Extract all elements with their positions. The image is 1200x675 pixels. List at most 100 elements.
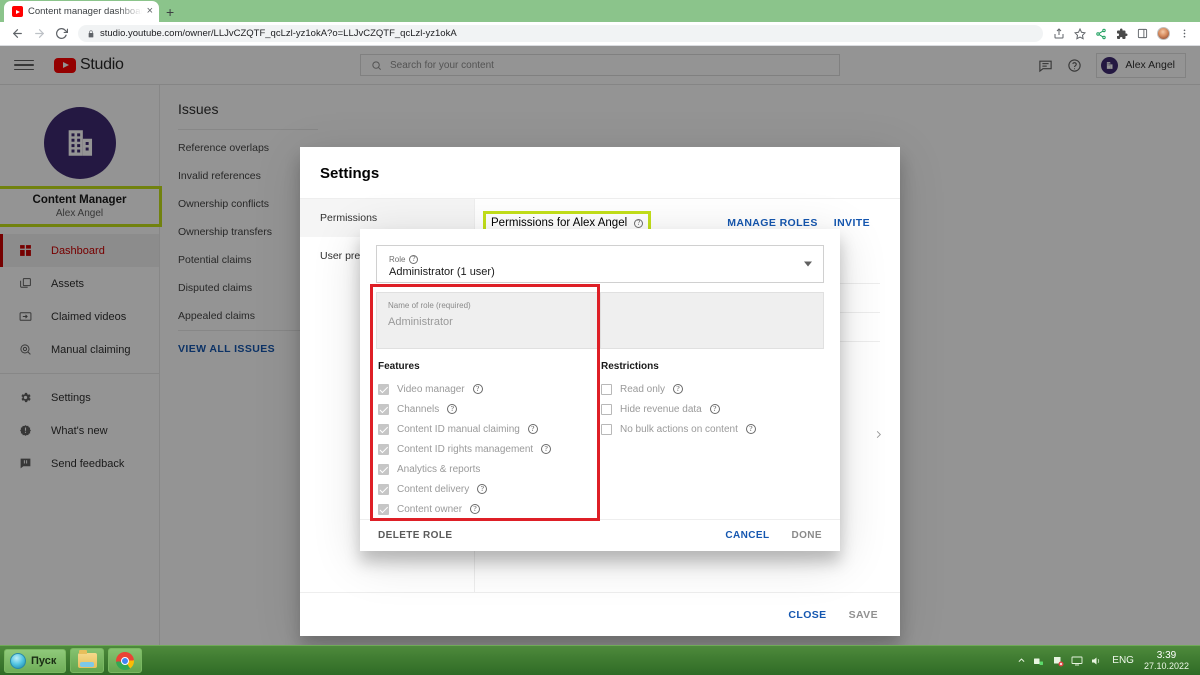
help-icon[interactable]: ?	[477, 484, 488, 494]
checkbox-checked-icon[interactable]	[378, 443, 389, 455]
share-icon[interactable]	[1049, 24, 1068, 43]
checkbox-checked-icon[interactable]	[378, 503, 389, 515]
volume-icon[interactable]	[1090, 655, 1102, 667]
clock-time: 3:39	[1156, 649, 1177, 661]
kebab-menu-icon[interactable]	[1175, 24, 1194, 43]
forward-icon[interactable]	[28, 23, 50, 45]
role-name-value: Administrator	[388, 316, 453, 328]
clock[interactable]: 3:39 27.10.2022	[1144, 650, 1189, 672]
checkbox-checked-icon[interactable]	[378, 423, 389, 435]
restriction-label: Read only	[620, 383, 666, 395]
tab-title: Content manager dashboard - Yo	[28, 6, 142, 17]
language-indicator[interactable]: ENG	[1112, 655, 1134, 666]
feature-row[interactable]: Channels ?	[378, 399, 601, 419]
profile-avatar[interactable]	[1154, 24, 1173, 43]
help-icon[interactable]: ?	[409, 254, 419, 264]
role-editor-popup: Role ? Administrator (1 user) Name of ro…	[360, 229, 840, 551]
role-select[interactable]: Role ? Administrator (1 user)	[376, 245, 824, 283]
restrictions-heading: Restrictions	[601, 361, 659, 372]
feature-row[interactable]: Analytics & reports	[378, 459, 601, 479]
clock-date: 27.10.2022	[1143, 661, 1189, 672]
role-editor-actions: CANCEL DONE	[725, 530, 822, 541]
restriction-row[interactable]: No bulk actions on content ?	[601, 419, 824, 439]
save-button[interactable]: SAVE	[849, 609, 878, 621]
feature-label: Analytics & reports	[397, 463, 481, 475]
close-icon[interactable]: ×	[147, 6, 153, 17]
toolbar-icon-group	[1049, 24, 1194, 43]
role-select-value: Administrator (1 user)	[389, 265, 495, 278]
explorer-icon	[77, 650, 97, 668]
help-icon[interactable]: ?	[472, 384, 483, 394]
restrictions-column: Restrictions Read only ? Hide revenue da…	[601, 361, 824, 519]
help-icon[interactable]: ?	[470, 504, 481, 514]
restriction-row[interactable]: Read only ?	[601, 379, 824, 399]
help-icon[interactable]: ?	[527, 424, 538, 434]
help-icon[interactable]: ?	[745, 424, 756, 434]
feature-row[interactable]: Content ID rights management ?	[378, 439, 601, 459]
invite-button[interactable]: INVITE	[834, 217, 870, 229]
done-button[interactable]: DONE	[792, 530, 823, 541]
feature-row[interactable]: Content delivery ?	[378, 479, 601, 499]
start-orb-icon	[10, 652, 26, 669]
role-editor-footer: DELETE ROLE CANCEL DONE	[360, 519, 840, 551]
checkbox-checked-icon[interactable]	[378, 383, 389, 395]
new-tab-button[interactable]: +	[166, 5, 174, 19]
chevron-right-icon[interactable]	[873, 427, 884, 443]
delete-role-button[interactable]: DELETE ROLE	[378, 530, 452, 541]
feature-row[interactable]: Content ID manual claiming ?	[378, 419, 601, 439]
network-icon[interactable]	[1033, 655, 1045, 667]
dialog-title: Settings	[320, 165, 380, 182]
role-name-input[interactable]: Name of role (required) Administrator	[376, 292, 601, 349]
taskbar-item-chrome[interactable]	[108, 648, 143, 673]
help-icon[interactable]: ?	[541, 444, 552, 454]
browser-tab[interactable]: Content manager dashboard - Yo ×	[4, 1, 159, 22]
feature-row[interactable]: Video manager ?	[378, 379, 601, 399]
address-bar-url: studio.youtube.com/owner/LLJvCZQTF_qcLzl…	[100, 28, 457, 39]
reload-icon[interactable]	[50, 23, 72, 45]
back-icon[interactable]	[6, 23, 28, 45]
taskbar-item-explorer[interactable]	[70, 648, 105, 673]
taskbar: Пуск ENG 3:39 27.10.2022	[0, 645, 1200, 675]
checkbox-checked-icon[interactable]	[378, 403, 389, 415]
help-icon[interactable]: ?	[673, 384, 684, 394]
restriction-row[interactable]: Hide revenue data ?	[601, 399, 824, 419]
chrome-icon	[116, 651, 135, 670]
security-icon[interactable]	[1052, 655, 1064, 667]
star-icon[interactable]	[1070, 24, 1089, 43]
feature-label: Content delivery	[397, 483, 470, 495]
feature-row[interactable]: Content owner ?	[378, 499, 601, 519]
help-icon[interactable]: ?	[447, 404, 458, 414]
help-icon[interactable]: ?	[634, 218, 644, 228]
extensions-puzzle-icon[interactable]	[1112, 24, 1131, 43]
role-name-label: Name of role (required)	[388, 301, 471, 310]
collections-icon[interactable]	[1091, 24, 1110, 43]
close-button[interactable]: CLOSE	[788, 609, 826, 621]
display-icon[interactable]	[1071, 655, 1083, 667]
role-select-label: Role ?	[389, 254, 813, 264]
permissions-title: Permissions for Alex Angel	[491, 217, 628, 229]
checkbox-checked-icon[interactable]	[378, 483, 389, 495]
features-column: Features Video manager ? Channels ? Cont…	[376, 361, 601, 519]
cancel-button[interactable]: CANCEL	[725, 530, 769, 541]
youtube-favicon	[12, 6, 23, 17]
checkbox-unchecked-icon[interactable]	[601, 423, 612, 435]
address-bar[interactable]: studio.youtube.com/owner/LLJvCZQTF_qcLzl…	[78, 25, 1043, 42]
restriction-label: Hide revenue data	[620, 403, 702, 415]
start-button[interactable]: Пуск	[4, 648, 67, 673]
sidepanel-icon[interactable]	[1133, 24, 1152, 43]
checkbox-checked-icon[interactable]	[378, 463, 389, 475]
checkbox-unchecked-icon[interactable]	[601, 383, 612, 395]
feature-label: Channels	[397, 403, 440, 415]
system-tray: ENG 3:39 27.10.2022	[1017, 650, 1196, 672]
page-content: Studio Search for your content Alex Ange…	[0, 46, 1200, 645]
permissions-actions: MANAGE ROLES INVITE	[727, 217, 880, 229]
help-icon[interactable]: ?	[709, 404, 720, 414]
role-description-input[interactable]	[600, 292, 824, 349]
show-hidden-icons-icon[interactable]	[1017, 656, 1026, 665]
feature-label: Video manager	[397, 383, 465, 395]
chevron-down-icon[interactable]	[804, 261, 812, 267]
browser-window: Content manager dashboard - Yo × + studi…	[0, 0, 1200, 645]
manage-roles-button[interactable]: MANAGE ROLES	[727, 217, 818, 229]
checkbox-unchecked-icon[interactable]	[601, 403, 612, 415]
feature-label: Content owner	[397, 503, 463, 515]
